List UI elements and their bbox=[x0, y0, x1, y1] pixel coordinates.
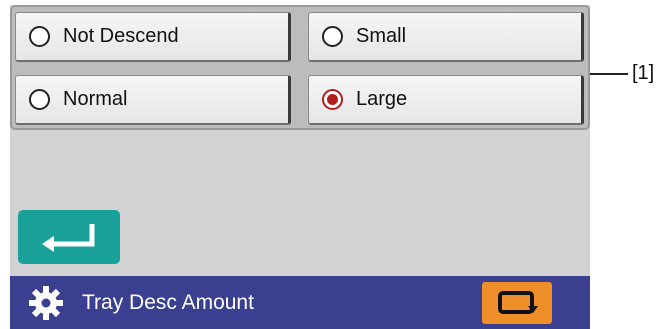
radio-normal-icon bbox=[29, 89, 50, 110]
option-label: Normal bbox=[63, 88, 128, 110]
radio-not-descend-icon bbox=[29, 26, 50, 47]
tray-desc-options: Not Descend Small Normal Large bbox=[10, 5, 590, 130]
option-label: Not Descend bbox=[63, 25, 179, 47]
option-label: Large bbox=[356, 88, 408, 110]
screen-title: Tray Desc Amount bbox=[82, 291, 254, 314]
option-not-descend[interactable]: Not Descend bbox=[15, 12, 291, 62]
enter-button[interactable] bbox=[18, 210, 120, 264]
option-normal[interactable]: Normal bbox=[15, 75, 291, 125]
gear-icon bbox=[29, 286, 63, 320]
switch-screen-icon bbox=[498, 291, 538, 314]
option-large[interactable]: Large bbox=[308, 75, 584, 125]
radio-small-icon bbox=[322, 26, 343, 47]
callout-label: [1] bbox=[632, 62, 655, 84]
switch-screen-button[interactable] bbox=[482, 282, 552, 324]
option-small[interactable]: Small bbox=[308, 12, 584, 62]
enter-arrow-icon bbox=[42, 224, 95, 252]
radio-selected-icon bbox=[322, 89, 343, 110]
settings-panel: Not Descend Small Normal Large Tray Desc… bbox=[10, 5, 590, 329]
option-label: Small bbox=[356, 25, 407, 47]
callout-line bbox=[590, 73, 628, 75]
footer-bar: Tray Desc Amount bbox=[10, 276, 590, 329]
